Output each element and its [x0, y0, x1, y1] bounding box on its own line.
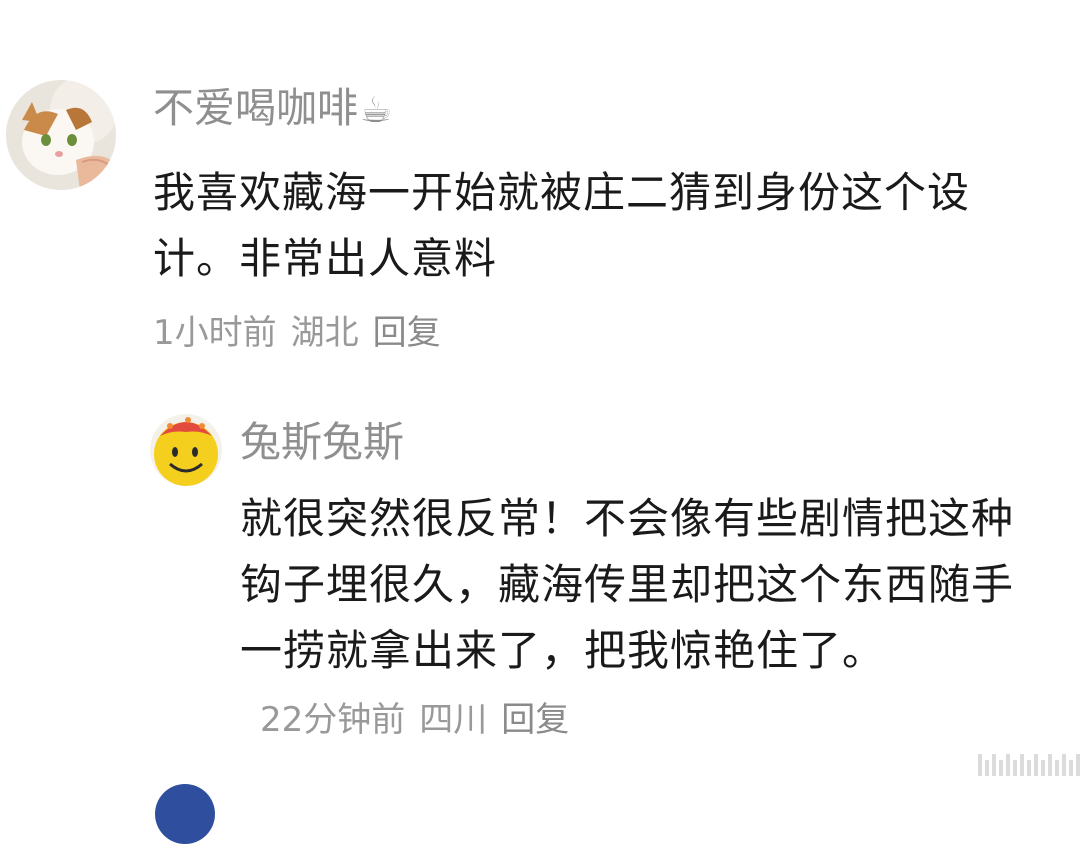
timestamp: 22分钟前 — [260, 700, 406, 740]
reply-text-content: 就很突然很反常！不会像有些剧情把这种钩子埋很久，藏海传里却把这个东西随手一捞就拿… — [240, 494, 1015, 675]
watermark — [978, 754, 1080, 776]
reply-meta: 22分钟前 四川 回复 — [260, 700, 583, 740]
reply-text: 就很突然很反常！不会像有些剧情把这种钩子埋很久，藏海传里却把这个东西随手一捞就拿… — [240, 486, 1040, 753]
reply-button[interactable]: 回复 — [373, 313, 441, 353]
cat-avatar-icon — [6, 80, 116, 190]
comment-meta: 1小时前 湖北 回复 — [153, 307, 455, 359]
comment-text: 我喜欢藏海一开始就被庄二猜到身份这个设计。非常出人意料 — [153, 168, 971, 283]
username[interactable]: 兔斯兔斯 — [240, 416, 404, 468]
location: 四川 — [419, 700, 488, 740]
avatar[interactable] — [6, 80, 116, 190]
location: 湖北 — [290, 313, 359, 353]
coffee-icon: ☕ — [360, 90, 393, 131]
reply-button[interactable]: 回复 — [501, 700, 569, 740]
username[interactable]: 不爱喝咖啡☕ — [153, 82, 392, 137]
username-text: 不爱喝咖啡 — [153, 84, 358, 132]
timestamp: 1小时前 — [153, 313, 277, 353]
avatar[interactable] — [150, 414, 222, 486]
smiley-balloon-avatar-icon — [150, 414, 222, 486]
avatar[interactable] — [155, 784, 215, 844]
